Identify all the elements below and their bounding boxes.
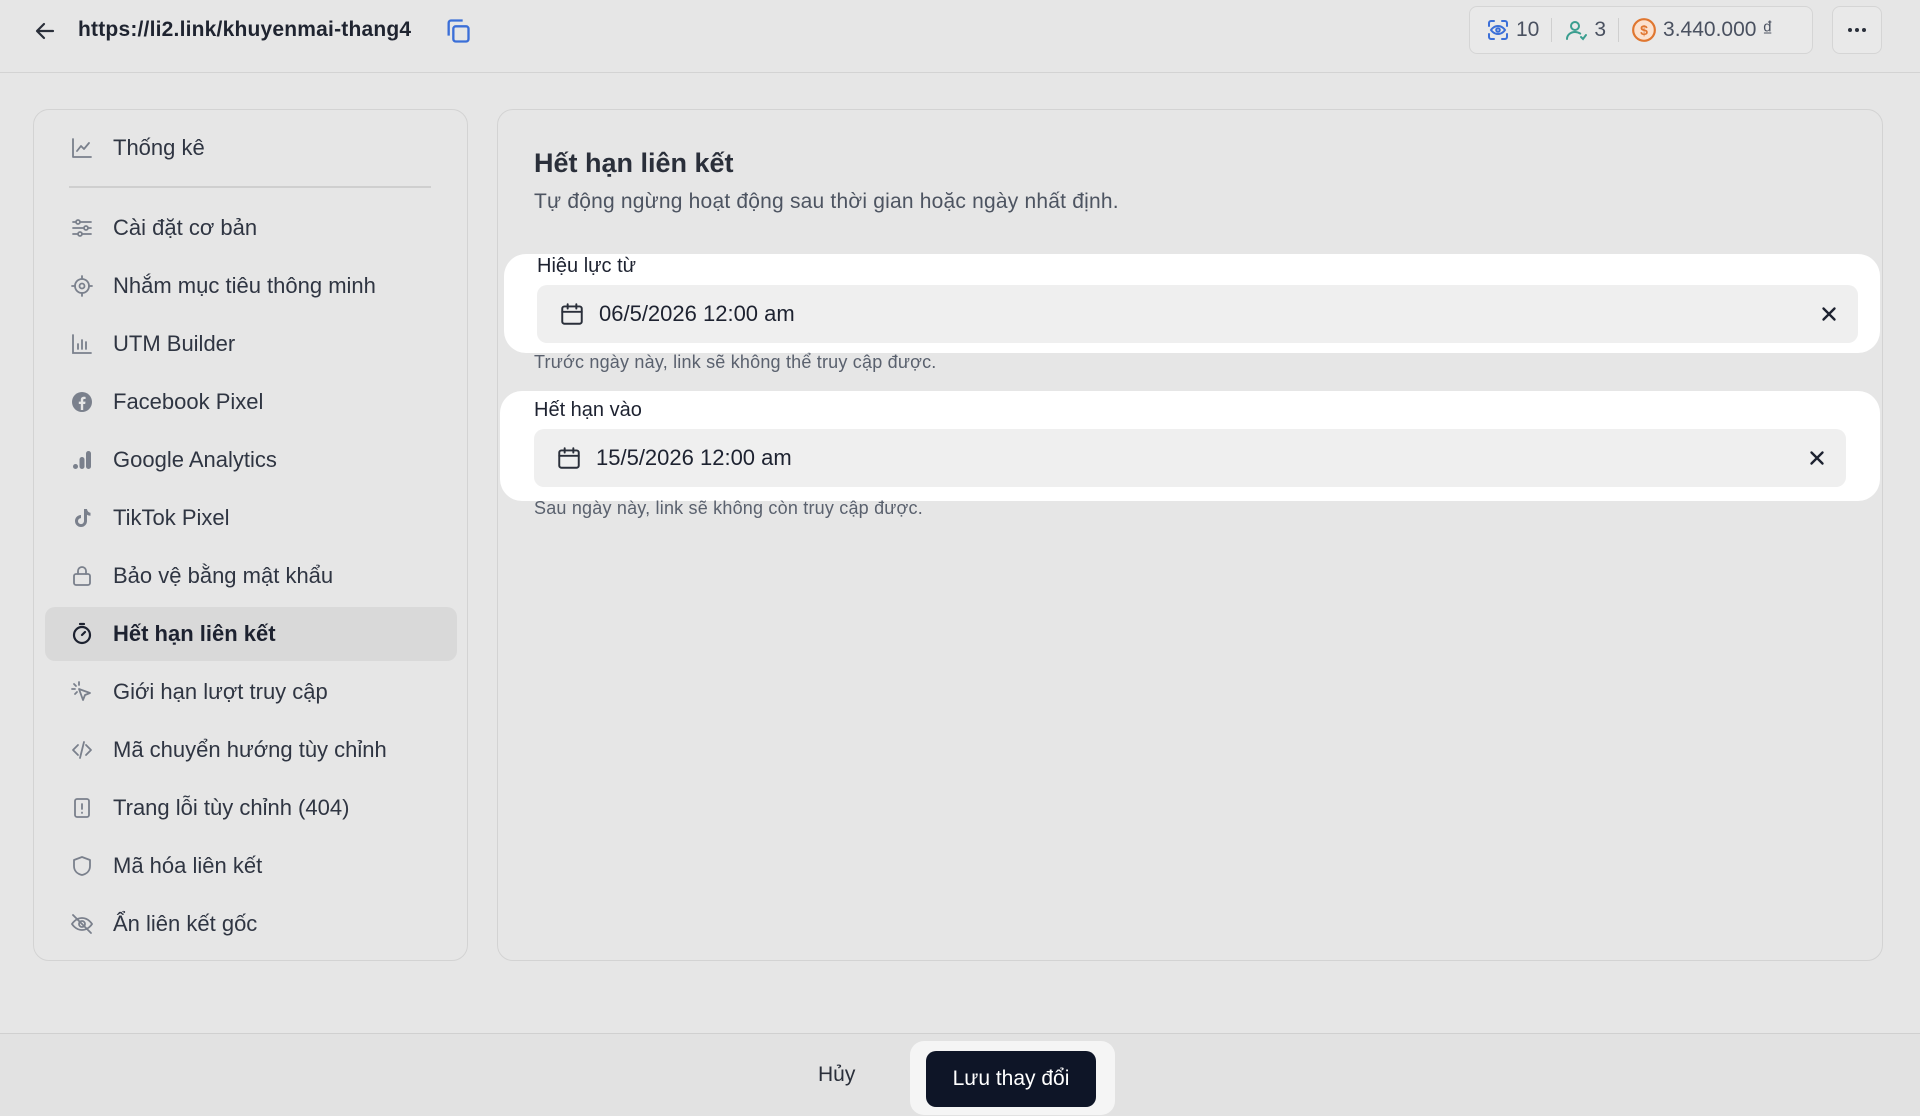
sidebar-item-link-expiration[interactable]: Hết hạn liên kết bbox=[45, 607, 457, 661]
bar-chart-icon bbox=[69, 331, 95, 357]
sidebar-item-tiktok-pixel[interactable]: TikTok Pixel bbox=[45, 491, 457, 545]
link-stats: 10 3 $ 3.440.000 ₫ bbox=[1469, 6, 1813, 54]
start-date-value: 06/5/2026 12:00 am bbox=[599, 301, 795, 326]
sidebar-item-facebook-pixel[interactable]: Facebook Pixel bbox=[45, 375, 457, 429]
sidebar-item-statistics[interactable]: Thống kê bbox=[45, 121, 457, 175]
users-count: 3 bbox=[1594, 18, 1607, 41]
end-date-value: 15/5/2026 12:00 am bbox=[596, 445, 792, 470]
eye-scan-icon bbox=[1488, 20, 1508, 40]
back-button[interactable] bbox=[30, 16, 60, 46]
close-icon bbox=[1822, 307, 1836, 321]
more-options-button[interactable] bbox=[1832, 6, 1882, 54]
users-stat: 3 bbox=[1564, 18, 1606, 42]
sidebar-item-basic-settings[interactable]: Cài đặt cơ bản bbox=[45, 201, 457, 255]
views-stat: 10 bbox=[1486, 18, 1539, 42]
sidebar-item-access-limit[interactable]: Giới hạn lượt truy cập bbox=[45, 665, 457, 719]
sidebar-item-label: Mã chuyển hướng tùy chỉnh bbox=[113, 737, 387, 762]
chart-line-icon bbox=[69, 135, 95, 161]
sidebar-item-label: Facebook Pixel bbox=[113, 389, 264, 414]
eye-off-icon bbox=[69, 911, 95, 937]
close-icon bbox=[1810, 451, 1824, 465]
shield-icon bbox=[69, 853, 95, 879]
facebook-icon bbox=[69, 389, 95, 415]
sidebar-item-label: Cài đặt cơ bản bbox=[113, 215, 258, 240]
sidebar-item-label: Ẩn liên kết gốc bbox=[113, 911, 258, 936]
stat-divider bbox=[1551, 18, 1553, 42]
end-date-label: Hết hạn vào bbox=[534, 399, 642, 421]
section-title: Hết hạn liên kết bbox=[534, 148, 734, 178]
calendar-icon bbox=[557, 299, 587, 329]
sidebar-divider bbox=[69, 186, 431, 188]
lock-icon bbox=[69, 563, 95, 589]
save-button-wrapper: Lưu thay đổi bbox=[910, 1041, 1115, 1115]
sidebar-item-custom-redirect-code[interactable]: Mã chuyển hướng tùy chỉnh bbox=[45, 723, 457, 777]
target-icon bbox=[69, 273, 95, 299]
svg-text:$: $ bbox=[1640, 22, 1648, 38]
calendar-icon bbox=[554, 443, 584, 473]
start-date-label: Hiệu lực từ bbox=[537, 255, 637, 277]
short-link-url: https://li2.link/khuyenmai-thang4 bbox=[78, 18, 412, 41]
sidebar-item-label: Trang lỗi tùy chỉnh (404) bbox=[113, 795, 350, 820]
user-icon bbox=[1566, 21, 1588, 41]
sidebar-item-link-encryption[interactable]: Mã hóa liên kết bbox=[45, 839, 457, 893]
tiktok-icon bbox=[69, 505, 95, 531]
sidebar-item-custom-404[interactable]: Trang lỗi tùy chỉnh (404) bbox=[45, 781, 457, 835]
sidebar-item-label: Giới hạn lượt truy cập bbox=[113, 679, 328, 704]
revenue-stat: $ 3.440.000 ₫ bbox=[1631, 17, 1773, 43]
end-date-input[interactable]: 15/5/2026 12:00 am bbox=[534, 429, 1846, 487]
arrow-left-icon bbox=[35, 22, 55, 40]
sidebar-item-google-analytics[interactable]: Google Analytics bbox=[45, 433, 457, 487]
sidebar-item-label: TikTok Pixel bbox=[113, 505, 230, 530]
action-bar: Hủy Lưu thay đổi bbox=[0, 1033, 1920, 1116]
views-count: 10 bbox=[1516, 18, 1540, 41]
save-changes-button[interactable]: Lưu thay đổi bbox=[926, 1051, 1096, 1107]
section-description: Tự động ngừng hoạt động sau thời gian ho… bbox=[534, 190, 1119, 213]
sidebar-item-label: Thống kê bbox=[113, 135, 205, 160]
sidebar-item-smart-targeting[interactable]: Nhắm mục tiêu thông minh bbox=[45, 259, 457, 313]
file-alert-icon bbox=[69, 795, 95, 821]
timer-icon bbox=[69, 621, 95, 647]
click-icon bbox=[69, 679, 95, 705]
sidebar-item-utm-builder[interactable]: UTM Builder bbox=[45, 317, 457, 371]
google-analytics-icon bbox=[69, 447, 95, 473]
clear-start-date-button[interactable] bbox=[1814, 299, 1844, 329]
more-horizontal-icon bbox=[1848, 28, 1866, 32]
sidebar-item-password-protection[interactable]: Bảo vệ bằng mật khẩu bbox=[45, 549, 457, 603]
sidebar-item-label: Nhắm mục tiêu thông minh bbox=[113, 273, 376, 298]
revenue-amount: 3.440.000 ₫ bbox=[1663, 18, 1774, 41]
coin-icon: $ bbox=[1632, 18, 1656, 42]
settings-sidebar: Thống kê Cài đặt cơ bản Nhắm mục tiêu th… bbox=[33, 109, 468, 961]
sidebar-item-label: UTM Builder bbox=[113, 331, 236, 356]
link-expiration-panel: Hết hạn liên kết Tự động ngừng hoạt động… bbox=[497, 109, 1883, 961]
sidebar-item-hide-original-link[interactable]: Ẩn liên kết gốc bbox=[45, 897, 457, 951]
copy-icon bbox=[447, 19, 470, 43]
sliders-icon bbox=[69, 215, 95, 241]
top-bar: https://li2.link/khuyenmai-thang4 10 3 $… bbox=[0, 0, 1920, 73]
sidebar-item-label: Hết hạn liên kết bbox=[113, 621, 276, 646]
stat-divider bbox=[1618, 18, 1620, 42]
sidebar-item-label: Mã hóa liên kết bbox=[113, 853, 263, 878]
sidebar-item-label: Google Analytics bbox=[113, 447, 277, 472]
end-date-help: Sau ngày này, link sẽ không còn truy cập… bbox=[534, 498, 923, 518]
cancel-button[interactable]: Hủy bbox=[818, 1063, 855, 1087]
start-date-input[interactable]: 06/5/2026 12:00 am bbox=[537, 285, 1858, 343]
start-date-help: Trước ngày này, link sẽ không thể truy c… bbox=[534, 352, 937, 372]
code-icon bbox=[69, 737, 95, 763]
copy-link-button[interactable] bbox=[442, 15, 474, 47]
clear-end-date-button[interactable] bbox=[1802, 443, 1832, 473]
sidebar-item-label: Bảo vệ bằng mật khẩu bbox=[113, 563, 334, 588]
